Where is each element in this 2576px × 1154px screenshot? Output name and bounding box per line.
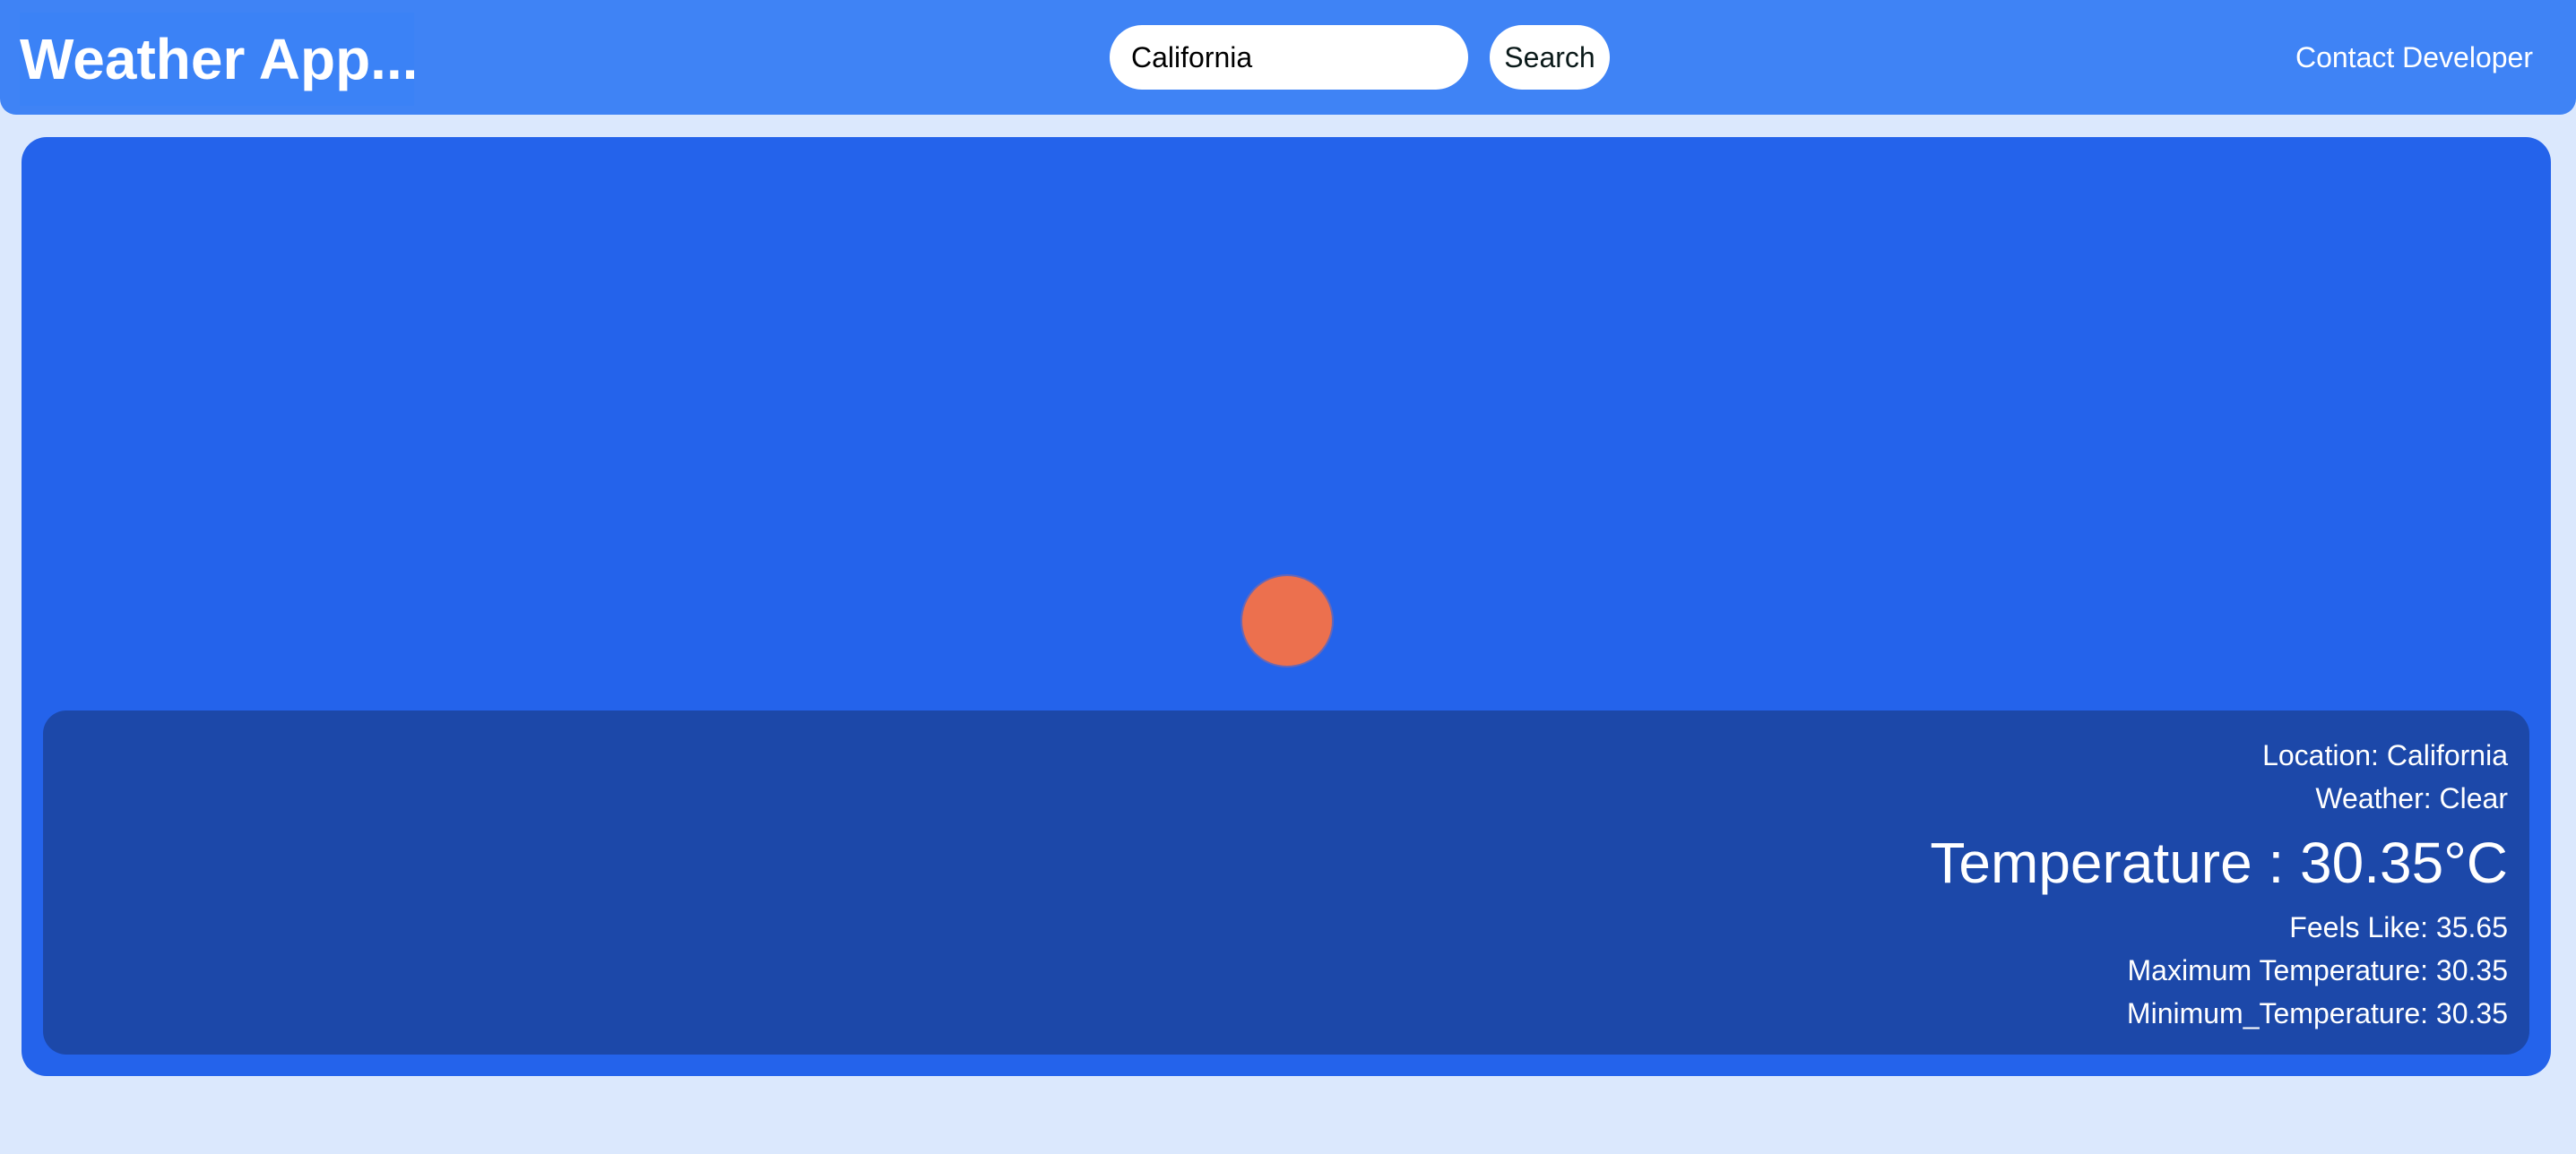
max-temperature-text: Maximum Temperature: 30.35 bbox=[2127, 954, 2508, 986]
search-button[interactable]: Search bbox=[1490, 25, 1610, 90]
navbar: Weather App... Search Contact Developer bbox=[0, 0, 2576, 115]
sun-icon bbox=[1242, 576, 1332, 666]
min-temperature-text: Minimum_Temperature: 30.35 bbox=[2126, 997, 2508, 1029]
weather-info-panel: Location: California Weather: Clear Temp… bbox=[43, 710, 2529, 1055]
contact-developer-link[interactable]: Contact Developer bbox=[2295, 25, 2533, 90]
weather-card: Location: California Weather: Clear Temp… bbox=[22, 137, 2551, 1076]
feels-like-text: Feels Like: 35.65 bbox=[2289, 911, 2508, 943]
weather-condition-text: Weather: Clear bbox=[2315, 782, 2508, 814]
app-title[interactable]: Weather App... bbox=[20, 13, 414, 106]
search-input[interactable] bbox=[1110, 25, 1468, 90]
location-text: Location: California bbox=[2262, 739, 2508, 771]
temperature-text: Temperature : 30.35°C bbox=[1930, 831, 2508, 895]
